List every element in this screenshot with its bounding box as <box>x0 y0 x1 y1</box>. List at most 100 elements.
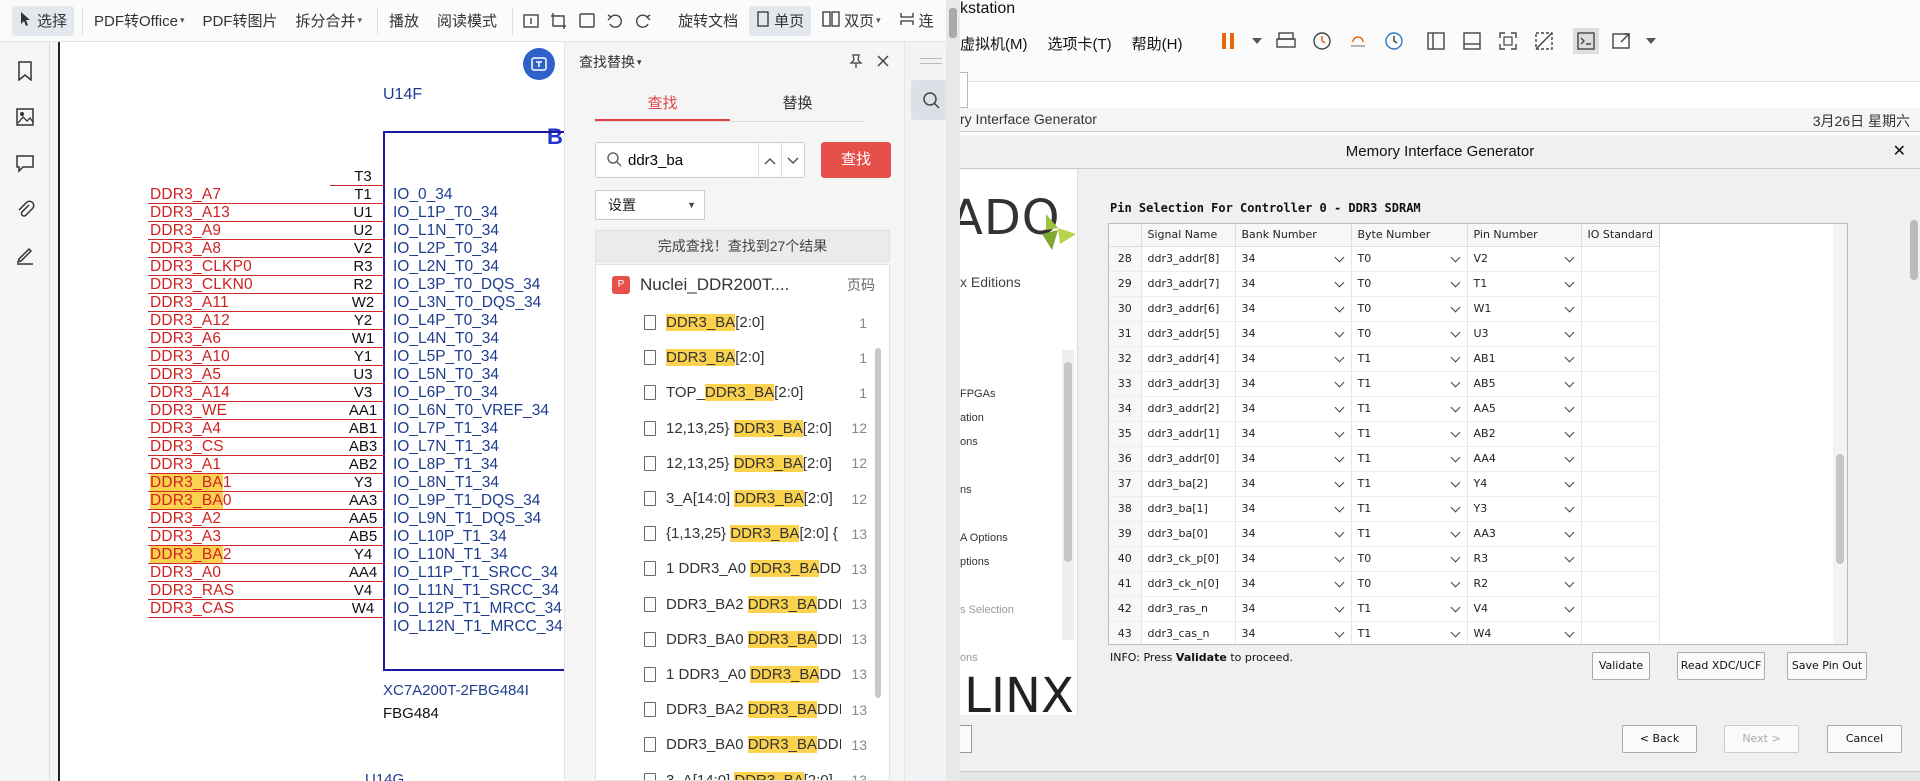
byte-number-select[interactable]: T0 <box>1351 246 1468 272</box>
sidebar-toggle-icon[interactable] <box>1423 28 1449 54</box>
byte-number-select[interactable]: T1 <box>1351 621 1468 644</box>
io-standard-cell[interactable] <box>1581 546 1660 572</box>
bank-number-select[interactable]: 34 <box>1235 421 1352 447</box>
play-button[interactable]: 播放 <box>382 6 426 36</box>
io-standard-cell[interactable] <box>1581 421 1660 447</box>
thumbnail-bar-icon[interactable] <box>1459 28 1485 54</box>
io-standard-cell[interactable] <box>1581 521 1660 547</box>
pin-number-select[interactable]: T1 <box>1467 271 1582 297</box>
bank-number-select[interactable]: 34 <box>1235 546 1352 572</box>
byte-number-select[interactable]: T1 <box>1351 346 1468 372</box>
table-row[interactable]: 40 ddr3_ck_p[0] 34 T0 R3 <box>1109 546 1660 572</box>
pin-number-select[interactable]: AA5 <box>1467 396 1582 422</box>
pdf-window-scrollbar[interactable] <box>946 0 960 781</box>
close-icon[interactable]: ✕ <box>1893 135 1906 169</box>
menu-help[interactable]: 帮助(H) <box>1132 33 1183 54</box>
byte-number-select[interactable]: T0 <box>1351 296 1468 322</box>
result-item[interactable]: DDR3_BA[2:0] 1 <box>596 305 889 340</box>
double-page-button[interactable]: 双页 ▾ <box>815 6 888 36</box>
result-item[interactable]: DDR3_BA2 DDR3_BADDI 13 <box>596 692 889 727</box>
fullscreen-icon[interactable] <box>1495 28 1521 54</box>
image-icon[interactable] <box>0 94 50 140</box>
close-icon[interactable] <box>876 54 890 71</box>
screenshot-icon[interactable] <box>575 9 599 33</box>
results-scrollbar[interactable] <box>875 348 881 698</box>
previous-result-button[interactable] <box>758 143 781 177</box>
rotate-left-icon[interactable] <box>603 9 627 33</box>
pause-icon[interactable] <box>1215 28 1241 54</box>
bank-number-select[interactable]: 34 <box>1235 471 1352 497</box>
table-row[interactable]: 32 ddr3_addr[4] 34 T1 AB1 <box>1109 346 1660 372</box>
tab-replace[interactable]: 替换 <box>730 90 865 121</box>
table-row[interactable]: 31 ddr3_addr[5] 34 T0 U3 <box>1109 321 1660 347</box>
pin-number-select[interactable]: AA4 <box>1467 446 1582 472</box>
search-input[interactable] <box>628 151 758 169</box>
result-item[interactable]: 12,13,25} DDR3_BA[2:0] 12 <box>596 446 889 481</box>
result-item[interactable]: 1 DDR3_A0 DDR3_BADD 13 <box>596 657 889 692</box>
pin-number-select[interactable]: Y4 <box>1467 471 1582 497</box>
snapshot-icon[interactable] <box>1309 28 1335 54</box>
pin-number-select[interactable]: U3 <box>1467 321 1582 347</box>
io-standard-cell[interactable] <box>1581 621 1660 644</box>
byte-number-select[interactable]: T1 <box>1351 446 1468 472</box>
bank-number-select[interactable]: 34 <box>1235 346 1352 372</box>
result-item[interactable]: TOP_DDR3_BA[2:0] 1 <box>596 375 889 410</box>
nav-item[interactable]: s Selection <box>960 604 1014 616</box>
signature-icon[interactable] <box>0 232 50 278</box>
search-panel-toggle[interactable] <box>910 80 951 120</box>
byte-number-select[interactable]: T1 <box>1351 596 1468 622</box>
bank-number-select[interactable]: 34 <box>1235 521 1352 547</box>
result-item[interactable]: 12,13,25} DDR3_BA[2:0] 12 <box>596 411 889 446</box>
bank-number-select[interactable]: 34 <box>1235 621 1352 644</box>
pin-number-select[interactable]: R2 <box>1467 571 1582 597</box>
nav-scrollbar[interactable] <box>1062 350 1074 640</box>
byte-number-select[interactable]: T1 <box>1351 371 1468 397</box>
select-tool-button[interactable]: 选择 <box>12 5 75 36</box>
table-row[interactable]: 39 ddr3_ba[0] 34 T1 AA3 <box>1109 521 1660 547</box>
rotate-doc-button[interactable]: 旋转文档 <box>671 6 745 36</box>
chevron-down-icon[interactable] <box>1251 28 1263 54</box>
bank-number-select[interactable]: 34 <box>1235 321 1352 347</box>
result-file-row[interactable]: P Nuclei_DDR200T.... 页码 <box>596 265 889 305</box>
byte-number-select[interactable]: T1 <box>1351 396 1468 422</box>
drag-handle[interactable] <box>919 58 942 64</box>
bank-number-select[interactable]: 34 <box>1235 496 1352 522</box>
continuous-button[interactable]: 连 <box>892 6 941 36</box>
pin-number-select[interactable]: R3 <box>1467 546 1582 572</box>
console-icon[interactable] <box>1573 28 1599 54</box>
io-standard-cell[interactable] <box>1581 571 1660 597</box>
result-item[interactable]: DDR3_BA2 DDR3_BADDI 13 <box>596 587 889 622</box>
pin-number-select[interactable]: V4 <box>1467 596 1582 622</box>
io-standard-cell[interactable] <box>1581 396 1660 422</box>
table-row[interactable]: 38 ddr3_ba[1] 34 T1 Y3 <box>1109 496 1660 522</box>
bank-number-select[interactable]: 34 <box>1235 571 1352 597</box>
io-standard-cell[interactable] <box>1581 321 1660 347</box>
result-item[interactable]: 1 DDR3_A0 DDR3_BADD 13 <box>596 551 889 586</box>
io-standard-cell[interactable] <box>1581 296 1660 322</box>
byte-number-select[interactable]: T0 <box>1351 571 1468 597</box>
io-standard-cell[interactable] <box>1581 346 1660 372</box>
result-item[interactable]: 3_A[14:0] DDR3_BA[2:0] 12 <box>596 481 889 516</box>
byte-number-select[interactable]: T1 <box>1351 496 1468 522</box>
bank-number-select[interactable]: 34 <box>1235 446 1352 472</box>
single-page-button[interactable]: 单页 <box>749 5 812 36</box>
io-standard-cell[interactable] <box>1581 246 1660 272</box>
tab-find[interactable]: 查找 <box>595 90 730 121</box>
result-item[interactable]: DDR3_BA[2:0] 1 <box>596 340 889 375</box>
save-pinout-button[interactable]: Save Pin Out <box>1787 652 1867 680</box>
bookmark-icon[interactable] <box>0 48 50 94</box>
table-row[interactable]: 28 ddr3_addr[8] 34 T0 V2 <box>1109 246 1660 272</box>
pdf-to-office-button[interactable]: PDF转Office ▾ <box>87 6 191 36</box>
table-scrollbar[interactable] <box>1833 224 1847 644</box>
rotate-right-icon[interactable] <box>631 9 655 33</box>
pin-number-select[interactable]: AA3 <box>1467 521 1582 547</box>
pin-icon[interactable] <box>848 53 864 72</box>
byte-number-select[interactable]: T1 <box>1351 521 1468 547</box>
crop-icon[interactable] <box>547 9 571 33</box>
io-standard-cell[interactable] <box>1581 496 1660 522</box>
table-row[interactable]: 36 ddr3_addr[0] 34 T1 AA4 <box>1109 446 1660 472</box>
cancel-button[interactable]: Cancel <box>1827 725 1902 753</box>
scroll-thumb[interactable] <box>949 8 957 38</box>
byte-number-select[interactable]: T0 <box>1351 321 1468 347</box>
bank-number-select[interactable]: 34 <box>1235 396 1352 422</box>
